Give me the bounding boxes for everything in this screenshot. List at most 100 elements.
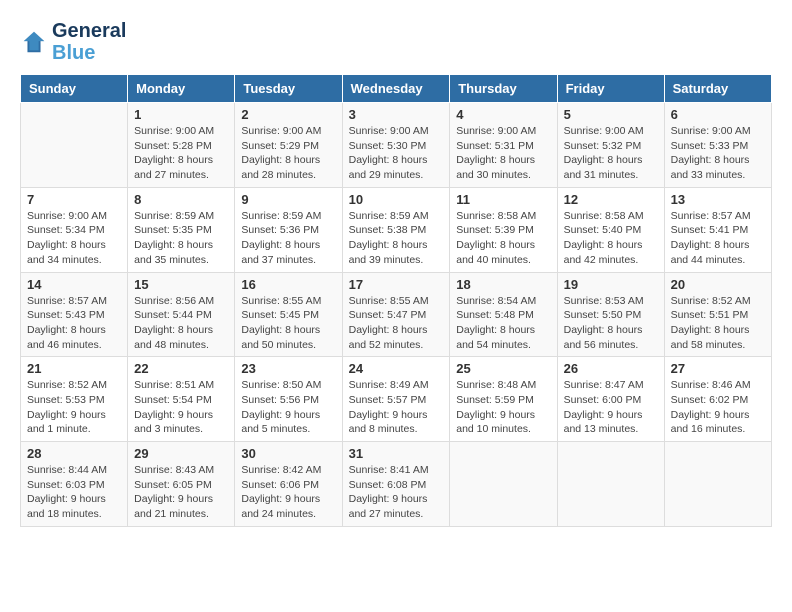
day-cell: 21Sunrise: 8:52 AM Sunset: 5:53 PM Dayli… xyxy=(21,357,128,442)
column-header-saturday: Saturday xyxy=(664,75,771,103)
day-number: 18 xyxy=(456,277,550,292)
column-header-friday: Friday xyxy=(557,75,664,103)
day-number: 6 xyxy=(671,107,765,122)
day-cell: 31Sunrise: 8:41 AM Sunset: 6:08 PM Dayli… xyxy=(342,442,450,527)
day-cell: 30 Sunrise: 8:42 AM Sunset: 6:06 PM Dayli… xyxy=(235,442,342,527)
day-cell: 25 Sunrise: 8:48 AM Sunset: 5:59 PM Dayli… xyxy=(450,357,557,442)
week-row-1: 1 Sunrise: 9:00 AM Sunset: 5:28 PM Daylig… xyxy=(21,103,772,188)
day-cell: 2Sunrise: 9:00 AM Sunset: 5:29 PM Daylig… xyxy=(235,103,342,188)
day-cell: 24Sunrise: 8:49 AM Sunset: 5:57 PM Dayli… xyxy=(342,357,450,442)
day-number: 16 xyxy=(241,277,335,292)
day-cell: 17 Sunrise: 8:55 AM Sunset: 5:47 PM Dayli… xyxy=(342,272,450,357)
day-cell: 27 Sunrise: 8:46 AM Sunset: 6:02 PM Dayli… xyxy=(664,357,771,442)
day-info: Sunrise: 8:58 AM Sunset: 5:40 PM Dayligh… xyxy=(564,209,658,268)
day-cell: 19Sunrise: 8:53 AM Sunset: 5:50 PM Dayli… xyxy=(557,272,664,357)
day-number: 30 xyxy=(241,446,335,461)
column-header-thursday: Thursday xyxy=(450,75,557,103)
calendar-header: SundayMondayTuesdayWednesdayThursdayFrid… xyxy=(21,75,772,103)
day-info: Sunrise: 8:46 AM Sunset: 6:02 PM Dayligh… xyxy=(671,378,765,437)
day-cell xyxy=(450,442,557,527)
day-cell: 11 Sunrise: 8:58 AM Sunset: 5:39 PM Dayli… xyxy=(450,187,557,272)
column-header-tuesday: Tuesday xyxy=(235,75,342,103)
column-header-monday: Monday xyxy=(128,75,235,103)
day-cell: 4 Sunrise: 9:00 AM Sunset: 5:31 PM Daylig… xyxy=(450,103,557,188)
day-number: 14 xyxy=(27,277,121,292)
day-info: Sunrise: 8:48 AM Sunset: 5:59 PM Dayligh… xyxy=(456,378,550,437)
day-cell: 6 Sunrise: 9:00 AM Sunset: 5:33 PM Daylig… xyxy=(664,103,771,188)
day-number: 1 xyxy=(134,107,228,122)
day-number: 13 xyxy=(671,192,765,207)
day-info: Sunrise: 9:00 AM Sunset: 5:33 PM Dayligh… xyxy=(671,124,765,183)
day-cell: 5 Sunrise: 9:00 AM Sunset: 5:32 PM Daylig… xyxy=(557,103,664,188)
week-row-3: 14 Sunrise: 8:57 AM Sunset: 5:43 PM Dayli… xyxy=(21,272,772,357)
day-number: 25 xyxy=(456,361,550,376)
day-info: Sunrise: 8:44 AM Sunset: 6:03 PM Dayligh… xyxy=(27,463,121,522)
day-info: Sunrise: 8:52 AM Sunset: 5:51 PM Dayligh… xyxy=(671,294,765,353)
day-number: 29 xyxy=(134,446,228,461)
column-header-wednesday: Wednesday xyxy=(342,75,450,103)
day-info: Sunrise: 8:57 AM Sunset: 5:43 PM Dayligh… xyxy=(27,294,121,353)
day-info: Sunrise: 8:43 AM Sunset: 6:05 PM Dayligh… xyxy=(134,463,228,522)
day-info: Sunrise: 8:47 AM Sunset: 6:00 PM Dayligh… xyxy=(564,378,658,437)
calendar-table: SundayMondayTuesdayWednesdayThursdayFrid… xyxy=(20,74,772,527)
day-info: Sunrise: 8:53 AM Sunset: 5:50 PM Dayligh… xyxy=(564,294,658,353)
day-info: Sunrise: 9:00 AM Sunset: 5:30 PM Dayligh… xyxy=(349,124,444,183)
day-number: 5 xyxy=(564,107,658,122)
day-number: 10 xyxy=(349,192,444,207)
day-info: Sunrise: 8:57 AM Sunset: 5:41 PM Dayligh… xyxy=(671,209,765,268)
day-number: 15 xyxy=(134,277,228,292)
day-cell: 14 Sunrise: 8:57 AM Sunset: 5:43 PM Dayli… xyxy=(21,272,128,357)
day-number: 17 xyxy=(349,277,444,292)
day-number: 28 xyxy=(27,446,121,461)
day-cell: 9Sunrise: 8:59 AM Sunset: 5:36 PM Daylig… xyxy=(235,187,342,272)
day-info: Sunrise: 8:56 AM Sunset: 5:44 PM Dayligh… xyxy=(134,294,228,353)
column-header-sunday: Sunday xyxy=(21,75,128,103)
day-cell: 28 Sunrise: 8:44 AM Sunset: 6:03 PM Dayli… xyxy=(21,442,128,527)
day-info: Sunrise: 8:41 AM Sunset: 6:08 PM Dayligh… xyxy=(349,463,444,522)
week-row-5: 28 Sunrise: 8:44 AM Sunset: 6:03 PM Dayli… xyxy=(21,442,772,527)
day-number: 4 xyxy=(456,107,550,122)
day-info: Sunrise: 8:54 AM Sunset: 5:48 PM Dayligh… xyxy=(456,294,550,353)
day-info: Sunrise: 9:00 AM Sunset: 5:29 PM Dayligh… xyxy=(241,124,335,183)
day-cell: 16 Sunrise: 8:55 AM Sunset: 5:45 PM Dayli… xyxy=(235,272,342,357)
day-number: 24 xyxy=(349,361,444,376)
day-cell: 12 Sunrise: 8:58 AM Sunset: 5:40 PM Dayli… xyxy=(557,187,664,272)
logo-icon xyxy=(20,28,48,56)
day-number: 3 xyxy=(349,107,444,122)
day-info: Sunrise: 8:59 AM Sunset: 5:38 PM Dayligh… xyxy=(349,209,444,268)
day-number: 26 xyxy=(564,361,658,376)
day-info: Sunrise: 8:42 AM Sunset: 6:06 PM Dayligh… xyxy=(241,463,335,522)
day-info: Sunrise: 9:00 AM Sunset: 5:28 PM Dayligh… xyxy=(134,124,228,183)
day-info: Sunrise: 8:59 AM Sunset: 5:35 PM Dayligh… xyxy=(134,209,228,268)
page-header: General Blue xyxy=(20,20,772,64)
logo-text: General Blue xyxy=(52,20,126,64)
day-cell: 8Sunrise: 8:59 AM Sunset: 5:35 PM Daylig… xyxy=(128,187,235,272)
day-cell: 1 Sunrise: 9:00 AM Sunset: 5:28 PM Daylig… xyxy=(128,103,235,188)
day-number: 23 xyxy=(241,361,335,376)
week-row-4: 21Sunrise: 8:52 AM Sunset: 5:53 PM Dayli… xyxy=(21,357,772,442)
day-info: Sunrise: 8:50 AM Sunset: 5:56 PM Dayligh… xyxy=(241,378,335,437)
day-cell xyxy=(664,442,771,527)
day-number: 9 xyxy=(241,192,335,207)
day-info: Sunrise: 8:51 AM Sunset: 5:54 PM Dayligh… xyxy=(134,378,228,437)
day-number: 12 xyxy=(564,192,658,207)
day-cell: 7Sunrise: 9:00 AM Sunset: 5:34 PM Daylig… xyxy=(21,187,128,272)
day-number: 11 xyxy=(456,192,550,207)
day-info: Sunrise: 9:00 AM Sunset: 5:31 PM Dayligh… xyxy=(456,124,550,183)
day-info: Sunrise: 8:55 AM Sunset: 5:45 PM Dayligh… xyxy=(241,294,335,353)
day-cell: 15 Sunrise: 8:56 AM Sunset: 5:44 PM Dayli… xyxy=(128,272,235,357)
day-cell: 18 Sunrise: 8:54 AM Sunset: 5:48 PM Dayli… xyxy=(450,272,557,357)
day-cell: 22 Sunrise: 8:51 AM Sunset: 5:54 PM Dayli… xyxy=(128,357,235,442)
day-info: Sunrise: 8:58 AM Sunset: 5:39 PM Dayligh… xyxy=(456,209,550,268)
day-cell: 23 Sunrise: 8:50 AM Sunset: 5:56 PM Dayli… xyxy=(235,357,342,442)
day-info: Sunrise: 8:55 AM Sunset: 5:47 PM Dayligh… xyxy=(349,294,444,353)
day-cell: 20Sunrise: 8:52 AM Sunset: 5:51 PM Dayli… xyxy=(664,272,771,357)
day-number: 22 xyxy=(134,361,228,376)
day-cell xyxy=(21,103,128,188)
day-cell: 3 Sunrise: 9:00 AM Sunset: 5:30 PM Daylig… xyxy=(342,103,450,188)
day-cell: 13 Sunrise: 8:57 AM Sunset: 5:41 PM Dayli… xyxy=(664,187,771,272)
week-row-2: 7Sunrise: 9:00 AM Sunset: 5:34 PM Daylig… xyxy=(21,187,772,272)
day-number: 27 xyxy=(671,361,765,376)
day-cell xyxy=(557,442,664,527)
day-info: Sunrise: 9:00 AM Sunset: 5:32 PM Dayligh… xyxy=(564,124,658,183)
